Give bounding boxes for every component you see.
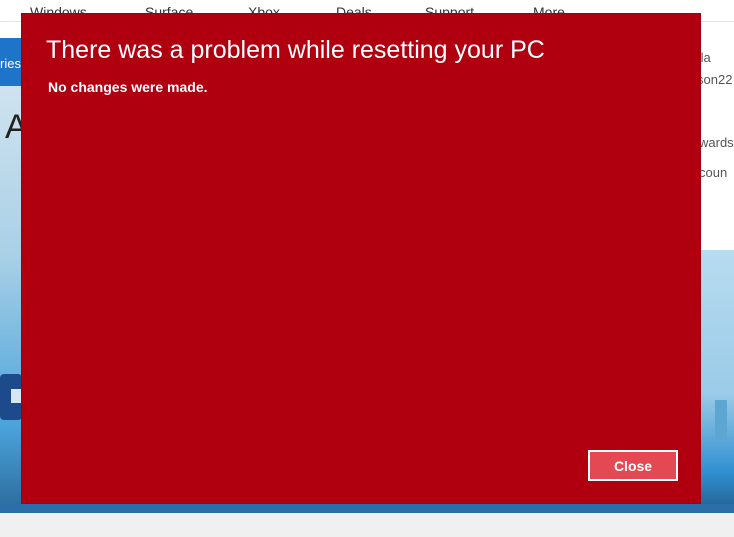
windows-logo-icon <box>0 374 22 420</box>
right-hero-image <box>701 250 734 512</box>
close-button[interactable]: Close <box>588 450 678 481</box>
bottom-image-strip <box>0 504 734 513</box>
bottom-area <box>0 513 734 537</box>
right-text-3[interactable]: wards <box>699 135 734 150</box>
left-category-label: ries <box>0 56 21 71</box>
left-hero-image <box>0 86 22 512</box>
right-text-4[interactable]: coun <box>699 165 727 180</box>
dialog-title: There was a problem while resetting your… <box>46 36 545 64</box>
error-dialog: There was a problem while resetting your… <box>21 13 701 504</box>
right-text-2: son22 <box>697 72 733 87</box>
dialog-message: No changes were made. <box>48 79 208 95</box>
